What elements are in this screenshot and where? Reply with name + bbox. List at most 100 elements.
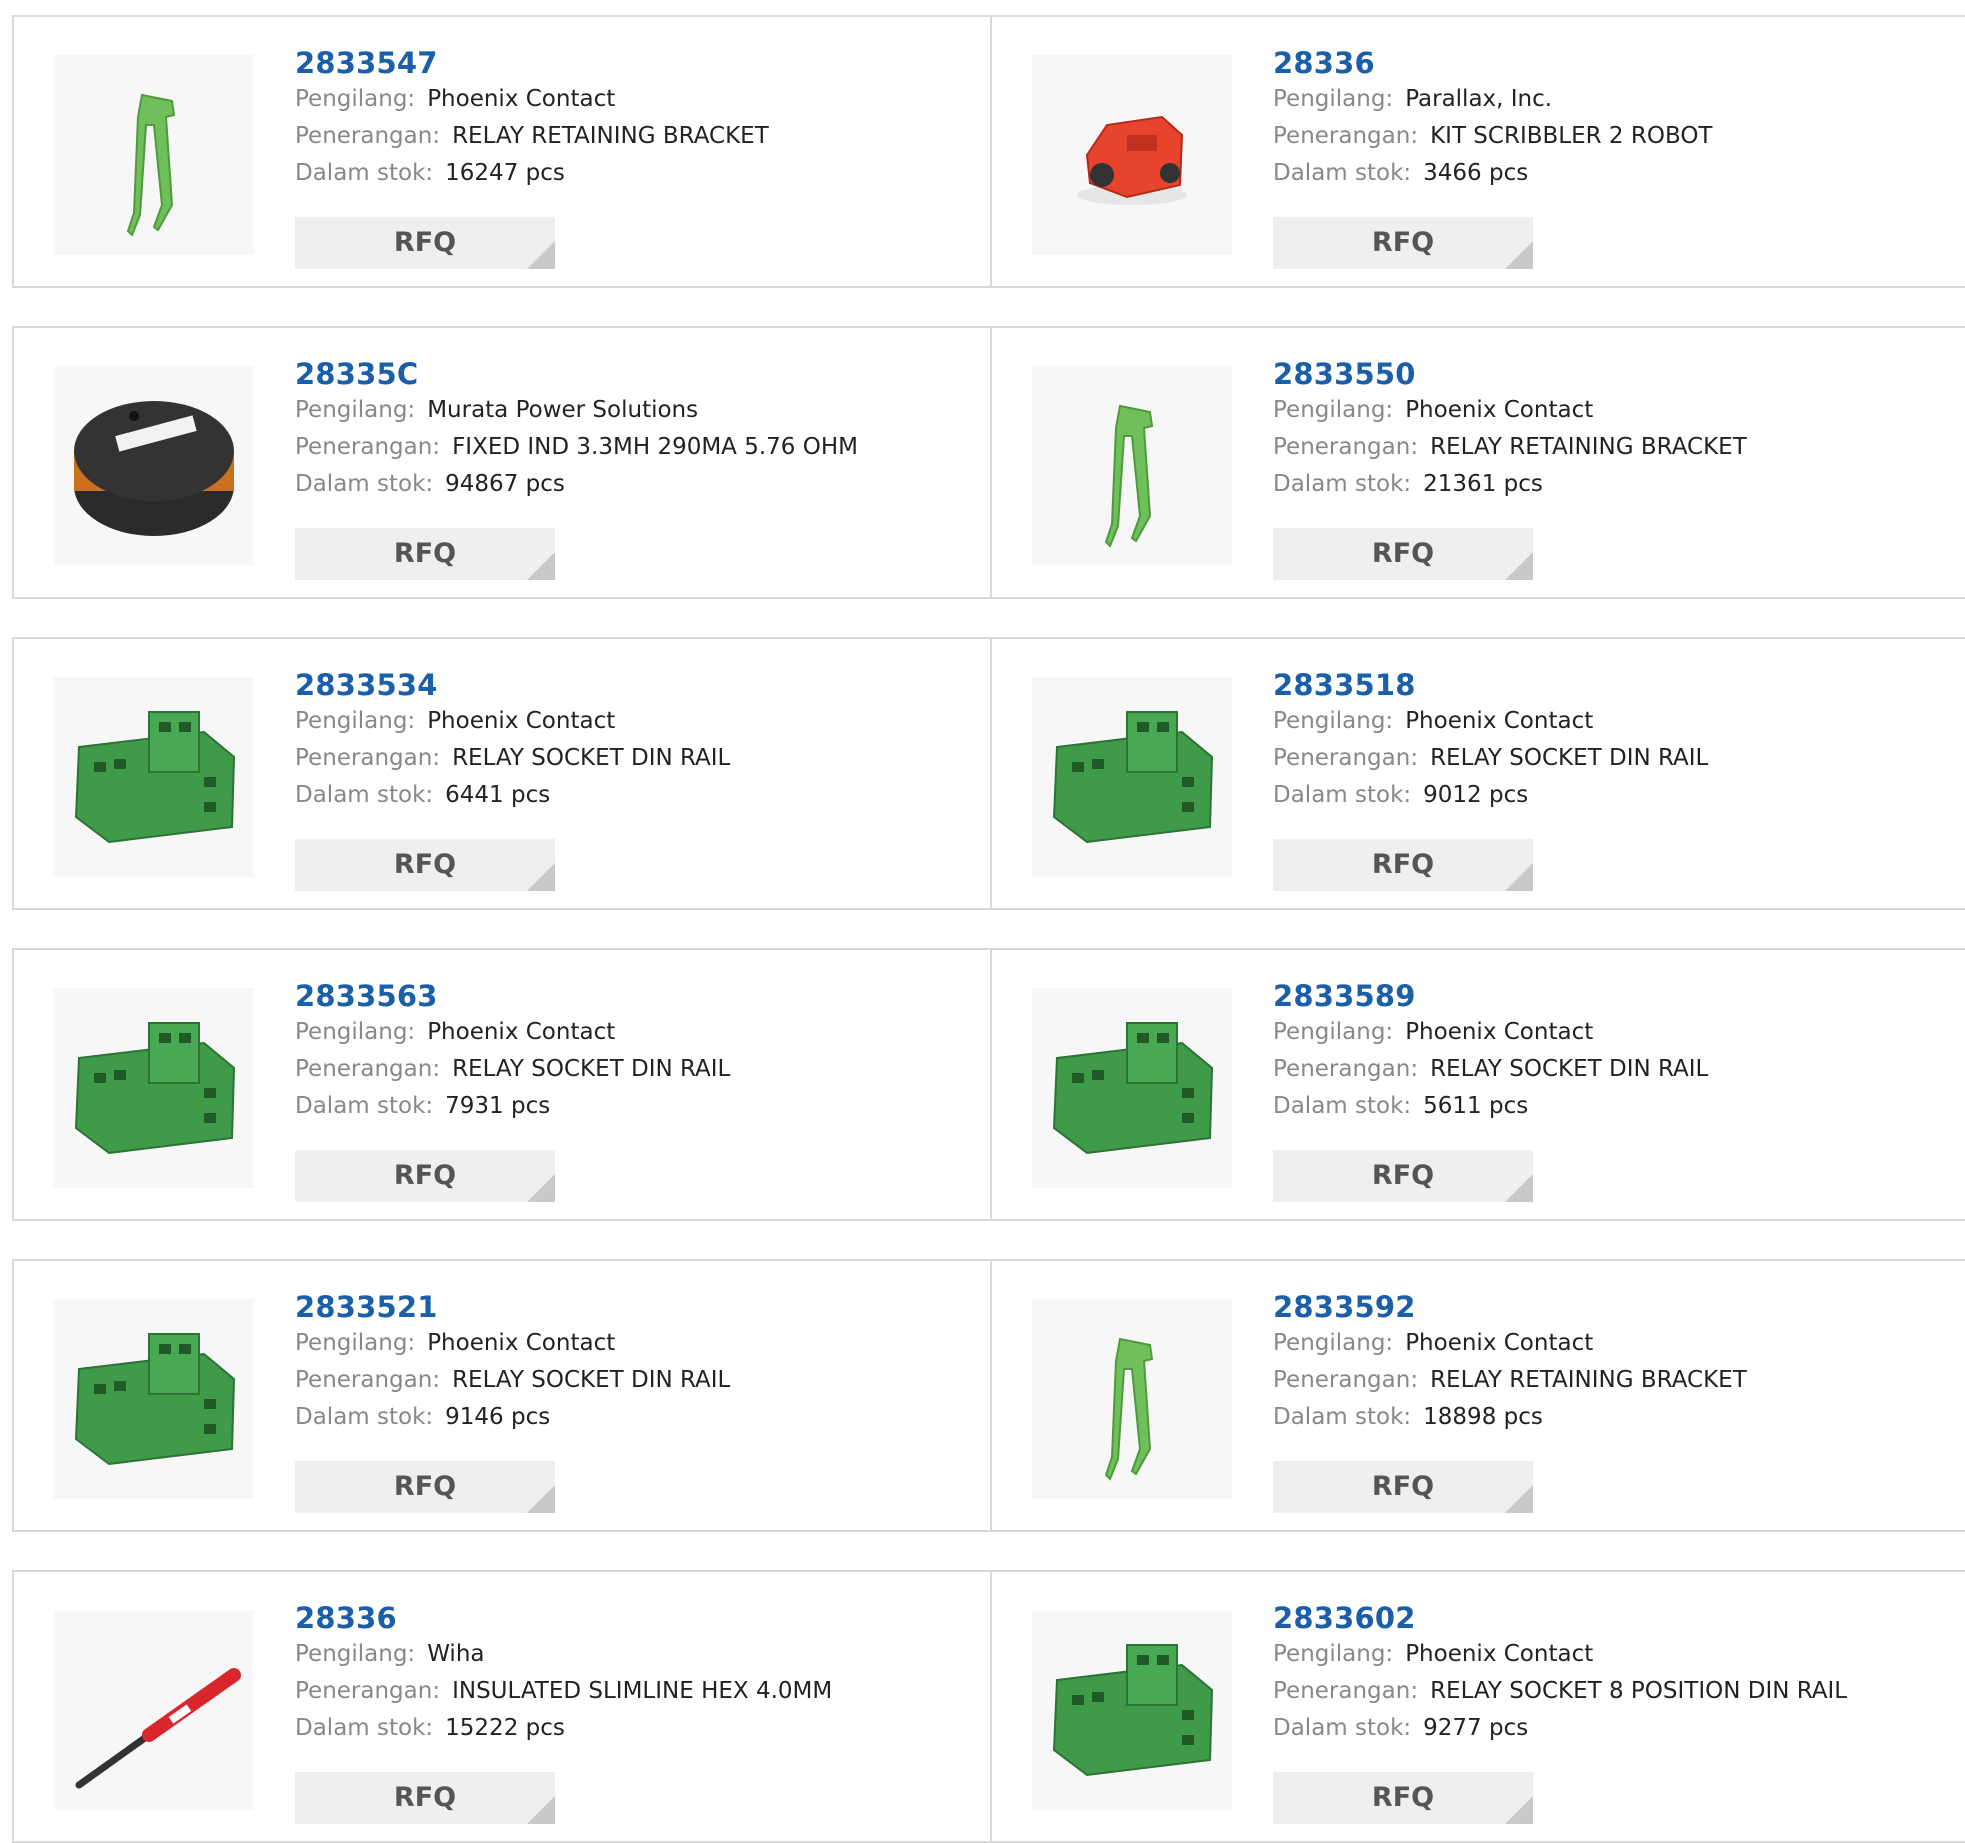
part-number-link[interactable]: 2833602 [1273,1600,1948,1636]
bracket-icon[interactable] [1032,1299,1232,1499]
description-row: Penerangan: RELAY RETAINING BRACKET [1273,1362,1948,1399]
bracket-icon[interactable] [1032,366,1232,566]
description-row: Penerangan: RELAY SOCKET 8 POSITION DIN R… [1273,1673,1948,1710]
stock-label: Dalam stok: [295,1715,434,1741]
description-value: RELAY SOCKET DIN RAIL [1430,745,1709,771]
description-value: RELAY SOCKET DIN RAIL [452,745,731,771]
product-info: 2833518 Pengilang: Phoenix Contact Penera… [1273,667,1948,814]
screwdriver-icon[interactable] [54,1610,254,1810]
rfq-button[interactable]: RFQ [295,839,555,891]
product-info: 2833547 Pengilang: Phoenix Contact Penera… [295,45,970,192]
stock-label: Dalam stok: [295,471,434,497]
stock-row: Dalam stok: 6441 pcs [295,777,970,814]
description-label: Penerangan: [295,123,441,149]
stock-value: 9012 pcs [1423,782,1529,808]
product-card: 2833518 Pengilang: Phoenix Contact Penera… [992,639,1965,908]
stock-row: Dalam stok: 15222 pcs [295,1710,970,1747]
stock-value: 16247 pcs [445,160,565,186]
rfq-label: RFQ [1371,1782,1435,1813]
relay-socket-icon[interactable] [54,677,254,877]
rfq-button[interactable]: RFQ [1273,839,1533,891]
description-row: Penerangan: RELAY SOCKET DIN RAIL [295,740,970,777]
corner-fold-icon [1505,552,1533,580]
relay-socket-icon[interactable] [1032,1610,1232,1810]
part-number-link[interactable]: 2833592 [1273,1289,1948,1325]
product-info: 28336 Pengilang: Parallax, Inc. Peneranga… [1273,45,1948,192]
rfq-button[interactable]: RFQ [1273,1150,1533,1202]
description-label: Penerangan: [295,1678,441,1704]
inductor-icon[interactable] [54,366,254,566]
corner-fold-icon [527,1174,555,1202]
part-number-link[interactable]: 2833534 [295,667,970,703]
product-card: 2833521 Pengilang: Phoenix Contact Penera… [14,1261,990,1530]
robot-icon[interactable] [1032,55,1232,255]
manufacturer-row: Pengilang: Phoenix Contact [1273,1014,1948,1051]
part-number-link[interactable]: 2833589 [1273,978,1948,1014]
description-label: Penerangan: [295,1056,441,1082]
corner-fold-icon [527,1485,555,1513]
rfq-label: RFQ [393,1782,457,1813]
bracket-icon[interactable] [54,55,254,255]
rfq-label: RFQ [1371,849,1435,880]
part-number-link[interactable]: 2833550 [1273,356,1948,392]
product-row: 2833547 Pengilang: Phoenix Contact Penera… [12,15,1965,288]
relay-socket-icon[interactable] [1032,677,1232,877]
rfq-label: RFQ [1371,1160,1435,1191]
rfq-button[interactable]: RFQ [1273,217,1533,269]
stock-label: Dalam stok: [1273,1093,1412,1119]
stock-value: 21361 pcs [1423,471,1543,497]
rfq-button[interactable]: RFQ [295,1150,555,1202]
description-value: RELAY RETAINING BRACKET [1430,434,1747,460]
description-value: RELAY SOCKET 8 POSITION DIN RAIL [1430,1678,1848,1704]
manufacturer-label: Pengilang: [1273,86,1394,112]
part-number-link[interactable]: 2833563 [295,978,970,1014]
product-info: 2833592 Pengilang: Phoenix Contact Penera… [1273,1289,1948,1436]
part-number-link[interactable]: 28336 [295,1600,970,1636]
relay-socket-icon[interactable] [1032,988,1232,1188]
relay-socket-icon[interactable] [54,1299,254,1499]
product-info: 2833534 Pengilang: Phoenix Contact Penera… [295,667,970,814]
stock-value: 3466 pcs [1423,160,1529,186]
product-grid: 2833547 Pengilang: Phoenix Contact Penera… [0,0,1965,1843]
rfq-label: RFQ [393,227,457,258]
product-card: 28336 Pengilang: Parallax, Inc. Peneranga… [992,17,1965,286]
rfq-label: RFQ [393,538,457,569]
description-row: Penerangan: RELAY SOCKET DIN RAIL [1273,740,1948,777]
manufacturer-value: Phoenix Contact [427,86,616,112]
description-label: Penerangan: [295,745,441,771]
manufacturer-label: Pengilang: [295,86,416,112]
part-number-link[interactable]: 2833547 [295,45,970,81]
rfq-button[interactable]: RFQ [1273,528,1533,580]
relay-socket-icon[interactable] [54,988,254,1188]
corner-fold-icon [1505,241,1533,269]
description-row: Penerangan: KIT SCRIBBLER 2 ROBOT [1273,118,1948,155]
product-info: 2833521 Pengilang: Phoenix Contact Penera… [295,1289,970,1436]
rfq-button[interactable]: RFQ [1273,1461,1533,1513]
rfq-button[interactable]: RFQ [295,528,555,580]
rfq-button[interactable]: RFQ [295,217,555,269]
part-number-link[interactable]: 2833518 [1273,667,1948,703]
description-row: Penerangan: INSULATED SLIMLINE HEX 4.0MM [295,1673,970,1710]
description-label: Penerangan: [1273,434,1419,460]
part-number-link[interactable]: 2833521 [295,1289,970,1325]
manufacturer-value: Phoenix Contact [427,1330,616,1356]
description-value: INSULATED SLIMLINE HEX 4.0MM [452,1678,833,1704]
rfq-button[interactable]: RFQ [1273,1772,1533,1824]
manufacturer-value: Wiha [427,1641,485,1667]
description-value: RELAY RETAINING BRACKET [1430,1367,1747,1393]
corner-fold-icon [1505,863,1533,891]
manufacturer-row: Pengilang: Phoenix Contact [1273,1325,1948,1362]
part-number-link[interactable]: 28335C [295,356,970,392]
rfq-button[interactable]: RFQ [295,1461,555,1513]
description-value: RELAY SOCKET DIN RAIL [452,1367,731,1393]
stock-value: 94867 pcs [445,471,565,497]
stock-label: Dalam stok: [295,160,434,186]
manufacturer-label: Pengilang: [295,708,416,734]
rfq-button[interactable]: RFQ [295,1772,555,1824]
manufacturer-label: Pengilang: [1273,708,1394,734]
part-number-link[interactable]: 28336 [1273,45,1948,81]
manufacturer-value: Phoenix Contact [1405,1330,1594,1356]
manufacturer-value: Phoenix Contact [1405,708,1594,734]
description-value: KIT SCRIBBLER 2 ROBOT [1430,123,1713,149]
product-info: 2833589 Pengilang: Phoenix Contact Penera… [1273,978,1948,1125]
